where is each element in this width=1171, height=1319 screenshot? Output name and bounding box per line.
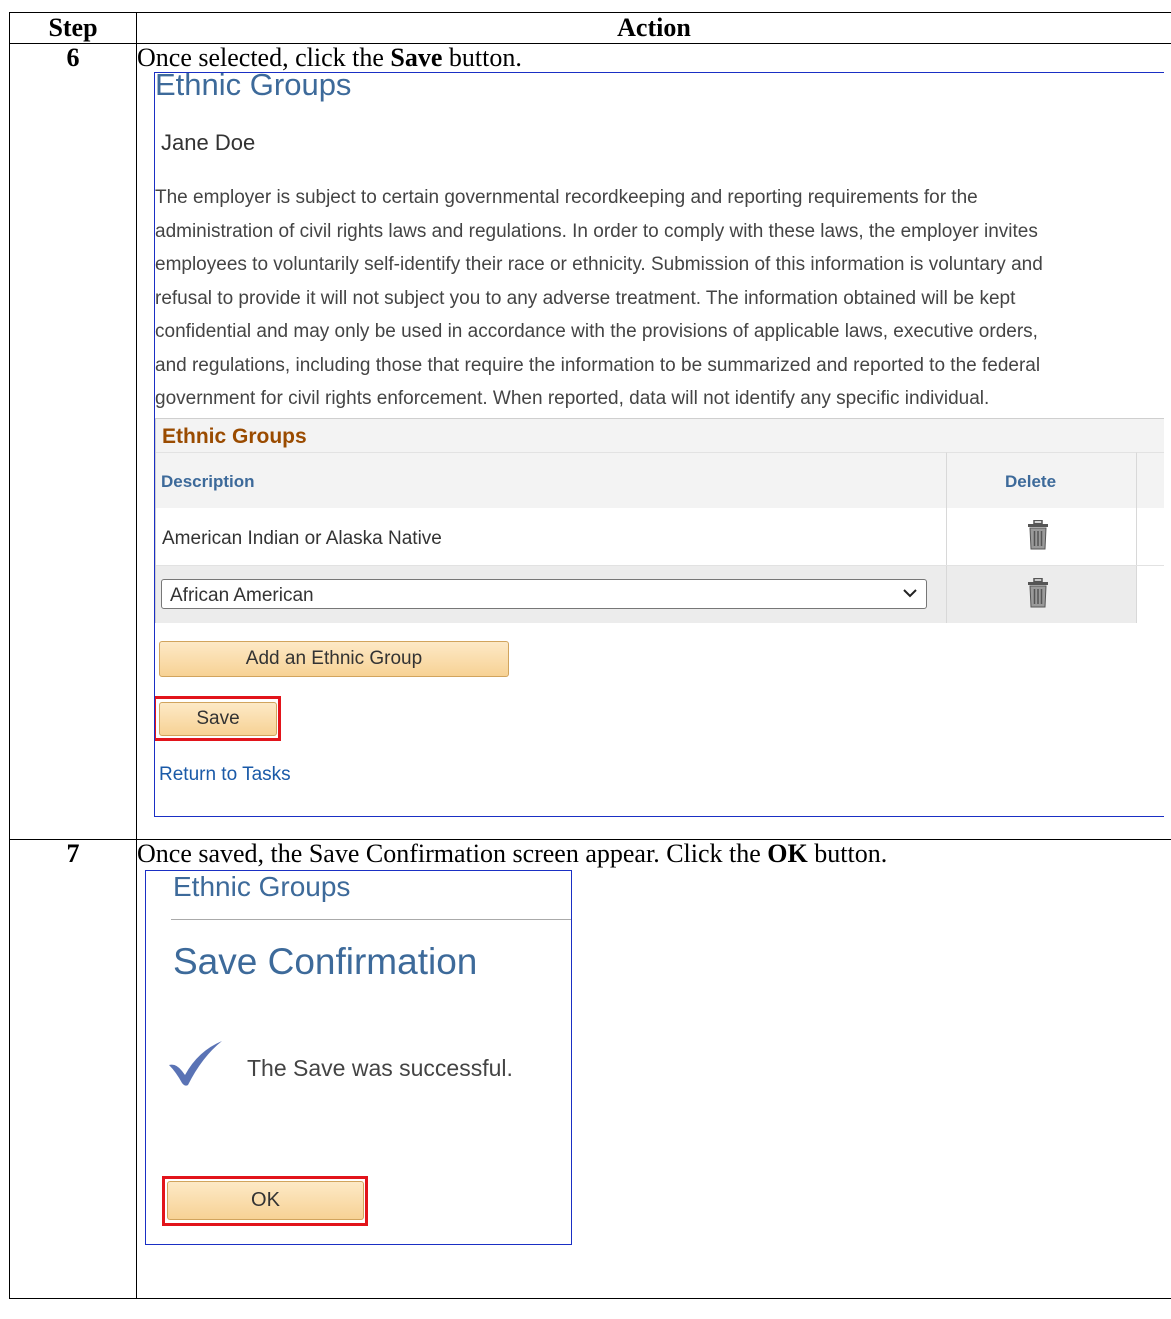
confirmation-page-title: Ethnic Groups	[173, 871, 351, 902]
disclaimer-line: and regulations, including those that re…	[155, 354, 1041, 376]
spacer-cell	[1136, 566, 1164, 623]
delete-cell	[946, 566, 1137, 623]
ethnic-groups-grid: Ethnic Groups Description Delete America…	[155, 418, 1164, 623]
instruction-7: Once saved, the Save Confirmation screen…	[137, 840, 1171, 868]
header-step: Step	[9, 12, 137, 44]
column-header-description: Description	[156, 452, 946, 509]
disclaimer-line: administration of civil rights laws and …	[155, 220, 1038, 242]
page-title: Ethnic Groups	[155, 72, 352, 102]
column-header-spacer	[1136, 452, 1164, 509]
grid-header: Ethnic Groups	[156, 419, 1164, 452]
save-highlight-box	[155, 696, 281, 741]
employee-name: Jane Doe	[161, 130, 256, 155]
disclaimer-line: refusal to provide it will not subject y…	[155, 287, 1016, 309]
instruction-6-bold: Save	[390, 43, 443, 72]
ethnic-group-select[interactable]: African American	[161, 579, 927, 609]
divider	[171, 919, 571, 920]
select-value: African American	[170, 585, 314, 606]
table-row: American Indian or Alaska Native	[156, 508, 1164, 566]
instruction-7-prefix: Once saved, the Save Confirmation screen…	[137, 839, 768, 868]
column-delete-label: Delete	[1005, 472, 1057, 491]
return-to-tasks-link[interactable]: Return to Tasks	[159, 761, 291, 789]
disclaimer-line: The employer is subject to certain gover…	[155, 187, 978, 208]
disclaimer-line: government for civil rights enforcement.…	[155, 388, 990, 409]
row-description: American Indian or Alaska Native	[162, 528, 442, 549]
column-description-label: Description	[161, 472, 255, 491]
step-action-6: Once selected, click the Save button. Et…	[136, 43, 1171, 840]
success-message: The Save was successful.	[247, 1055, 513, 1081]
disclaimer-line: confidential and may only be used in acc…	[155, 321, 1038, 342]
ethnic-groups-screenshot: Ethnic Groups Jane Doe The employer is s…	[154, 72, 1164, 817]
step-number-7: 7	[9, 839, 137, 1299]
grid-title: Ethnic Groups	[162, 425, 307, 448]
instruction-7-suffix: button.	[807, 839, 888, 868]
disclaimer-text: The employer is subject to certain gover…	[155, 181, 1160, 416]
step-row-7: 7 Once saved, the Save Confirmation scre…	[9, 839, 1171, 1299]
checkmark-icon	[169, 1041, 222, 1086]
instruction-6: Once selected, click the Save button.	[137, 44, 1171, 72]
trash-icon[interactable]	[1027, 520, 1049, 550]
step-row-6: 6 Once selected, click the Save button. …	[9, 43, 1171, 840]
chevron-down-icon	[903, 589, 917, 598]
save-confirmation-screenshot: Ethnic Groups Save Confirmation The Save…	[145, 870, 572, 1245]
disclaimer-line: employees to voluntarily self-identify t…	[155, 254, 1043, 275]
step-number-6: 6	[9, 43, 137, 840]
instruction-6-prefix: Once selected, click the	[137, 43, 391, 72]
instruction-6-suffix: button.	[442, 43, 522, 72]
confirmation-heading: Save Confirmation	[173, 941, 478, 982]
spacer-cell	[1136, 508, 1164, 565]
instruction-7-bold: OK	[767, 839, 808, 868]
delete-cell	[946, 508, 1137, 565]
ok-highlight-box	[162, 1176, 368, 1226]
column-header-delete: Delete	[946, 452, 1137, 509]
table-row: African American	[156, 566, 1164, 623]
header-action: Action	[136, 12, 1171, 44]
trash-icon[interactable]	[1027, 578, 1049, 608]
add-ethnic-group-button[interactable]: Add an Ethnic Group	[159, 641, 509, 677]
step-action-7: Once saved, the Save Confirmation screen…	[136, 839, 1171, 1299]
steps-table: Step Action 6 Once selected, click the S…	[9, 12, 1171, 1299]
table-header-row: Step Action	[9, 12, 1171, 44]
